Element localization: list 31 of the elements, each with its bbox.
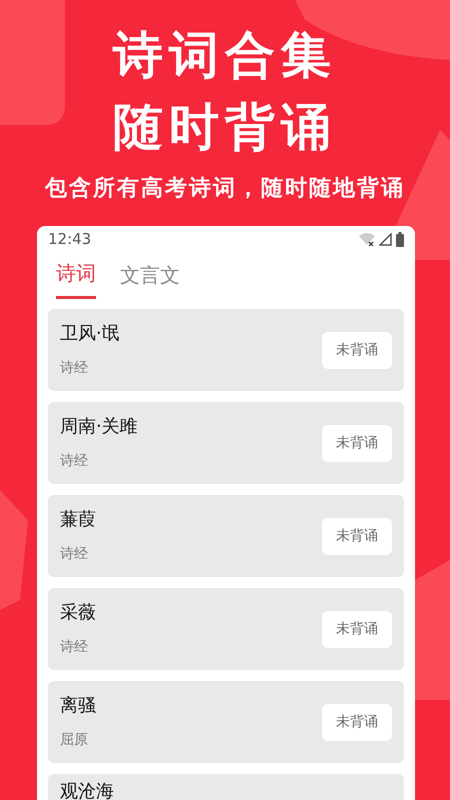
poem-title: 离骚 xyxy=(60,694,96,718)
poem-card[interactable]: 卫风·氓 诗经 未背诵 xyxy=(48,309,404,391)
poem-card[interactable]: 蒹葭 诗经 未背诵 xyxy=(48,495,404,577)
poem-author: 诗经 xyxy=(60,544,88,564)
poem-author: 屈原 xyxy=(60,730,88,750)
memorize-button[interactable]: 未背诵 xyxy=(322,332,392,368)
poem-card[interactable]: 离骚 屈原 未背诵 xyxy=(48,681,404,763)
poem-author: 诗经 xyxy=(60,452,88,470)
poem-card[interactable]: 观沧海 xyxy=(48,774,404,800)
memorize-button[interactable]: 未背诵 xyxy=(322,704,392,740)
poem-card[interactable]: 周南·关雎 诗经 未背诵 xyxy=(48,402,404,484)
tab[interactable]: 诗词 xyxy=(56,252,96,299)
poem-title: 周南·关雎 xyxy=(60,414,138,438)
battery-icon xyxy=(396,232,404,246)
status-time: 12:43 xyxy=(48,228,92,250)
memorize-button[interactable]: 未背诵 xyxy=(322,610,392,648)
poem-author: 诗经 xyxy=(60,358,88,378)
poem-card[interactable]: 采薇 诗经 未背诵 xyxy=(48,588,404,670)
headline: 诗词合集 xyxy=(113,25,337,86)
poem-title: 卫风·氓 xyxy=(60,322,120,346)
poem-author: 诗经 xyxy=(60,638,88,656)
poem-title: 蒹葭 xyxy=(60,508,96,532)
memorize-button[interactable]: 未背诵 xyxy=(322,518,392,554)
poem-title: 采薇 xyxy=(60,600,96,624)
signal-icon xyxy=(379,232,392,246)
poem-title: 观沧海 xyxy=(60,780,114,800)
memorize-button[interactable]: 未背诵 xyxy=(322,424,392,462)
tab[interactable]: 文言文 xyxy=(120,252,180,299)
tagline: 包含所有高考诗词，随时随地背诵 xyxy=(45,174,405,203)
headline: 随时背诵 xyxy=(113,97,337,158)
wifi-off-icon xyxy=(359,232,375,246)
